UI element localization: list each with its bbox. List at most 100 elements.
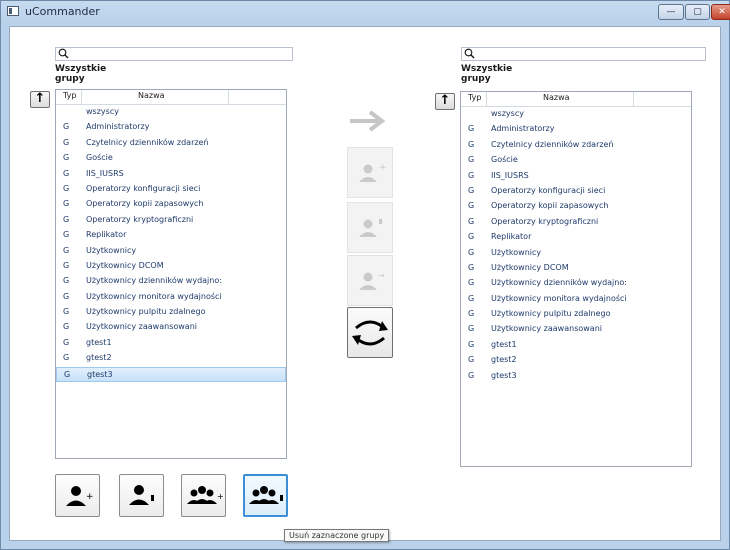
row-type: G xyxy=(63,214,70,224)
add-user-button[interactable]: + xyxy=(55,474,100,517)
table-row[interactable]: G Użytkownicy dzienników wydajno: xyxy=(461,276,691,291)
column-name-header[interactable]: Nazwa xyxy=(138,91,165,100)
table-row[interactable]: G Czytelnicy dzienników zdarzeń xyxy=(461,138,691,153)
table-row[interactable]: wszyscy xyxy=(461,107,691,122)
row-name: Replikator xyxy=(491,232,532,242)
table-row[interactable]: G Replikator xyxy=(461,230,691,245)
row-name: Goście xyxy=(86,153,113,163)
table-row[interactable]: G Użytkownicy zaawansowani xyxy=(461,322,691,337)
table-row[interactable]: G Użytkownicy pulpitu zdalnego xyxy=(56,305,286,320)
row-name: Czytelnicy dzienników zdarzeń xyxy=(86,137,209,147)
row-type: G xyxy=(63,230,70,240)
row-type: G xyxy=(63,307,70,317)
table-row[interactable]: G Użytkownicy xyxy=(461,246,691,261)
remove-group-button[interactable] xyxy=(243,474,288,517)
remove-user-from-group-icon xyxy=(359,219,382,237)
table-row[interactable]: G Użytkownicy zaawansowani xyxy=(56,320,286,335)
table-row[interactable]: G Operatorzy kopii zapasowych xyxy=(461,199,691,214)
table-row[interactable]: Ggtest2 xyxy=(56,351,286,366)
refresh-button[interactable] xyxy=(347,307,393,358)
title-bar[interactable]: uCommander — ▢ ✕ xyxy=(1,1,730,23)
remove-user-button[interactable] xyxy=(119,474,164,517)
table-row[interactable]: G Goście xyxy=(461,153,691,168)
table-row[interactable]: G Operatorzy kopii zapasowych xyxy=(56,197,286,212)
row-type: G xyxy=(63,199,70,209)
column-separator[interactable] xyxy=(228,90,229,104)
right-up-button[interactable]: ↑ xyxy=(435,93,455,110)
row-name: Użytkownicy DCOM xyxy=(86,260,164,270)
add-user-to-group-icon: + xyxy=(359,163,387,182)
right-group-heading: Wszystkie grupy xyxy=(461,64,513,84)
table-row[interactable]: G Operatorzy konfiguracji sieci xyxy=(461,184,691,199)
left-group-list[interactable]: Typ Nazwa wszyscy G Administratorzy G Czytel… xyxy=(55,89,287,459)
left-up-button[interactable]: ↑ xyxy=(30,91,50,108)
table-row[interactable]: G Administratorzy xyxy=(461,122,691,137)
table-row[interactable]: G Użytkownicy pulpitu zdalnego xyxy=(461,307,691,322)
table-row[interactable]: Ggtest1 xyxy=(461,338,691,353)
row-name: Operatorzy kryptograficzni xyxy=(491,216,599,226)
maximize-button[interactable]: ▢ xyxy=(685,4,710,20)
column-separator[interactable] xyxy=(81,90,82,104)
row-name: Operatorzy konfiguracji sieci xyxy=(86,183,201,193)
search-icon xyxy=(58,48,69,59)
table-row[interactable]: G Czytelnicy dzienników zdarzeń xyxy=(56,136,286,151)
column-type-header[interactable]: Typ xyxy=(468,93,481,102)
table-row[interactable]: Ggtest3 xyxy=(56,366,286,383)
move-user-icon: → xyxy=(359,271,385,290)
row-type: G xyxy=(468,155,475,165)
table-row[interactable]: G Administratorzy xyxy=(56,120,286,135)
table-row[interactable]: G Goście xyxy=(56,151,286,166)
row-type: G xyxy=(468,124,475,134)
row-name: IIS_IUSRS xyxy=(86,168,124,178)
row-type: G xyxy=(63,183,70,193)
row-type: G xyxy=(64,369,71,379)
right-rows: wszyscy G Administratorzy G Czytelnicy dzien… xyxy=(461,107,691,384)
row-type: G xyxy=(63,260,70,270)
arrow-right-icon xyxy=(348,109,388,137)
column-type-header[interactable]: Typ xyxy=(63,91,76,100)
table-row[interactable]: Ggtest3 xyxy=(461,369,691,384)
row-name: Użytkownicy xyxy=(491,247,542,257)
row-name: Użytkownicy dzienników wydajno: xyxy=(491,278,627,288)
row-type: G xyxy=(63,337,70,347)
row-type: G xyxy=(63,153,70,163)
table-row[interactable]: G IIS_IUSRS xyxy=(56,167,286,182)
row-type: G xyxy=(468,293,475,303)
column-separator[interactable] xyxy=(633,92,634,106)
row-name: Użytkownicy DCOM xyxy=(491,262,569,272)
table-row[interactable]: G Użytkownicy DCOM xyxy=(56,259,286,274)
table-row[interactable]: G Replikator xyxy=(56,228,286,243)
table-row[interactable]: G Użytkownicy monitora wydajności xyxy=(461,292,691,307)
table-row[interactable]: G IIS_IUSRS xyxy=(461,169,691,184)
table-row[interactable]: Ggtest2 xyxy=(461,353,691,368)
row-type: G xyxy=(63,353,70,363)
table-row[interactable]: G Operatorzy konfiguracji sieci xyxy=(56,182,286,197)
column-name-header[interactable]: Nazwa xyxy=(543,93,570,102)
table-row[interactable]: G Użytkownicy xyxy=(56,244,286,259)
table-row[interactable]: G Użytkownicy dzienników wydajno: xyxy=(56,274,286,289)
add-group-button[interactable]: + xyxy=(181,474,226,517)
row-type: G xyxy=(468,324,475,334)
row-name: Goście xyxy=(491,155,518,165)
minimize-button[interactable]: — xyxy=(658,4,684,20)
table-row[interactable]: G Użytkownicy DCOM xyxy=(461,261,691,276)
table-row[interactable]: G Operatorzy kryptograficzni xyxy=(56,213,286,228)
left-search-input[interactable] xyxy=(55,47,293,61)
table-row[interactable]: G Operatorzy kryptograficzni xyxy=(461,215,691,230)
right-search-input[interactable] xyxy=(461,47,706,61)
table-row[interactable]: wszyscy xyxy=(56,105,286,120)
remove-group-icon xyxy=(249,486,283,504)
row-name: Użytkownicy monitora wydajności xyxy=(491,293,627,303)
column-separator[interactable] xyxy=(486,92,487,106)
app-window: uCommander — ▢ ✕ Wszystkie grupy ↑ Typ N… xyxy=(0,0,730,550)
row-name: gtest2 xyxy=(491,355,517,365)
table-row[interactable]: G Użytkownicy monitora wydajności xyxy=(56,290,286,305)
right-group-list[interactable]: Typ Nazwa wszyscy G Administratorzy G Czytel… xyxy=(460,91,692,467)
close-button[interactable]: ✕ xyxy=(711,4,730,20)
row-name: wszyscy xyxy=(491,109,524,118)
row-type: G xyxy=(63,322,70,332)
row-type: G xyxy=(63,137,70,147)
table-row[interactable]: Ggtest1 xyxy=(56,336,286,351)
svg-text:+: + xyxy=(217,492,224,501)
row-name: gtest1 xyxy=(86,337,112,347)
